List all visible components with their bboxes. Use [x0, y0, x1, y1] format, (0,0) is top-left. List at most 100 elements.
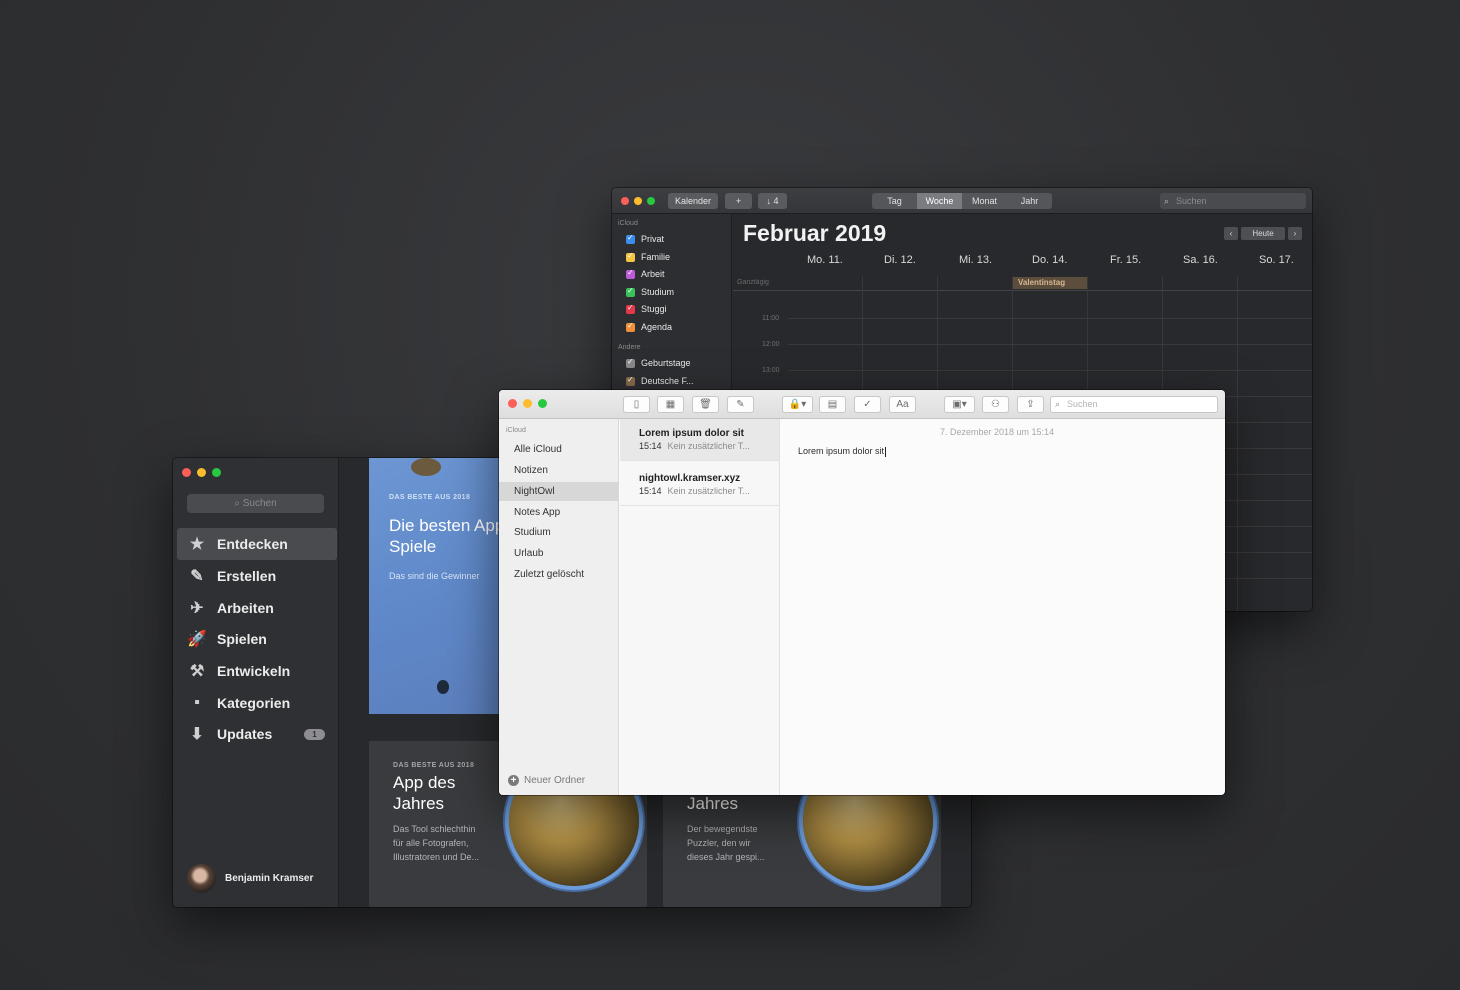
- sidebar-item-entwickeln[interactable]: ⚒ Entwickeln: [173, 655, 339, 687]
- calendar-nav: ‹ Heute ›: [1224, 227, 1302, 240]
- lock-icon[interactable]: 🔒▾: [782, 396, 813, 413]
- checkbox[interactable]: [626, 375, 635, 386]
- calendar-search-input[interactable]: ⌕ Suchen: [1160, 193, 1306, 209]
- close-button[interactable]: [182, 468, 191, 477]
- compose-icon[interactable]: ✎: [727, 396, 754, 413]
- avatar: [187, 864, 216, 893]
- folder-item[interactable]: Zuletzt gelöscht: [499, 565, 618, 584]
- brush-icon: ✎: [190, 568, 204, 585]
- minimize-button[interactable]: [634, 197, 642, 205]
- chevron-left-icon[interactable]: ‹: [1224, 227, 1238, 240]
- view-week[interactable]: Woche: [917, 193, 962, 209]
- sidebar-item-label: Entdecken: [217, 536, 288, 552]
- notes-search-input[interactable]: ⌕ Suchen: [1050, 396, 1218, 413]
- note-editor[interactable]: Lorem ipsum dolor sit: [798, 446, 887, 457]
- allday-event[interactable]: Valentinstag: [1013, 277, 1087, 289]
- minimize-button[interactable]: [523, 399, 532, 408]
- decorative-shape: [437, 680, 449, 694]
- time-label: 11:00: [762, 315, 779, 322]
- zoom-button[interactable]: [647, 197, 655, 205]
- calendar-item-agenda[interactable]: Agenda: [626, 321, 672, 332]
- calendar-item-familie[interactable]: Familie: [626, 251, 670, 262]
- folders-section-icloud: iCloud: [506, 427, 526, 434]
- checkbox[interactable]: [626, 303, 635, 314]
- new-folder-button[interactable]: + Neuer Ordner: [508, 775, 585, 786]
- user-profile[interactable]: Benjamin Kramser: [187, 864, 313, 893]
- sidebar-item-label: Arbeiten: [217, 600, 274, 616]
- search-placeholder: Suchen: [1067, 399, 1098, 409]
- sidebar-item-kategorien[interactable]: ▪ Kategorien: [173, 687, 339, 719]
- calendar-item-feiertage[interactable]: Deutsche F...: [626, 375, 694, 386]
- calendar-item-arbeit[interactable]: Arbeit: [626, 268, 665, 279]
- window-controls: [621, 197, 655, 205]
- sidebar-toggle-icon[interactable]: ▯: [623, 396, 650, 413]
- card-subtitle: Das sind die Gewinner: [389, 571, 480, 581]
- list-item[interactable]: nightowl.kramser.xyz 15:14 Kein zusätzlic…: [620, 464, 779, 506]
- rocket-icon: 🚀: [187, 631, 207, 648]
- folder-item[interactable]: Notizen: [499, 461, 618, 480]
- table-icon[interactable]: ▤: [819, 396, 846, 413]
- folder-item-selected[interactable]: NightOwl: [499, 482, 618, 501]
- add-event-button[interactable]: +: [725, 193, 752, 209]
- day-header: Mo. 11.: [807, 254, 843, 266]
- minimize-button[interactable]: [197, 468, 206, 477]
- checkbox[interactable]: [626, 286, 635, 297]
- sidebar-item-entdecken[interactable]: ★ Entdecken: [177, 528, 337, 560]
- calendar-item-stuggi[interactable]: Stuggi: [626, 303, 667, 314]
- close-button[interactable]: [621, 197, 629, 205]
- calendar-toolbar: Kalender + ↓ 4 Tag Woche Monat Jahr ⌕ Su…: [612, 188, 1312, 214]
- checkbox[interactable]: [626, 357, 635, 368]
- note-date: 7. Dezember 2018 um 15:14: [940, 427, 1055, 437]
- featured-card-best-apps[interactable]: DAS BESTE AUS 2018 Die besten Apps und S…: [369, 458, 509, 714]
- card-eyebrow: DAS BESTE AUS 2018: [389, 494, 471, 501]
- checkbox[interactable]: [626, 251, 635, 262]
- search-icon: ⌕: [234, 498, 243, 509]
- inbox-button[interactable]: ↓ 4: [758, 193, 787, 209]
- window-controls: [508, 399, 547, 408]
- trash-icon[interactable]: 🗑: [692, 396, 719, 413]
- zoom-button[interactable]: [538, 399, 547, 408]
- sidebar-item-updates[interactable]: ⬇ Updates 1: [173, 718, 339, 750]
- list-item[interactable]: Lorem ipsum dolor sit 15:14 Kein zusätzli…: [620, 419, 779, 461]
- notes-folders: iCloud Alle iCloud Notizen NightOwl Note…: [499, 419, 619, 795]
- calendars-button[interactable]: Kalender: [668, 193, 718, 209]
- card-title-line2: Jahres: [393, 794, 445, 813]
- view-year[interactable]: Jahr: [1007, 193, 1052, 209]
- format-text-icon[interactable]: Aa: [889, 396, 916, 413]
- add-people-icon[interactable]: ⚇: [982, 396, 1009, 413]
- gallery-view-icon[interactable]: ▦: [657, 396, 684, 413]
- folder-item[interactable]: Notes App: [499, 503, 618, 522]
- calendar-item-studium[interactable]: Studium: [626, 286, 674, 297]
- note-meta: 15:14 Kein zusätzlicher T...: [639, 441, 779, 451]
- appstore-search-input[interactable]: ⌕ Suchen: [187, 494, 324, 513]
- media-icon[interactable]: ▣▾: [944, 396, 975, 413]
- chevron-right-icon[interactable]: ›: [1288, 227, 1302, 240]
- day-header: Mi. 13.: [959, 254, 993, 266]
- day-header: So. 17.: [1259, 254, 1294, 266]
- calendar-item-label: Geburtstage: [641, 358, 691, 368]
- calendar-item-label: Privat: [641, 234, 665, 244]
- note-time: 15:14: [639, 486, 662, 496]
- share-icon[interactable]: ⇪: [1017, 396, 1044, 413]
- sidebar-item-spielen[interactable]: 🚀 Spielen: [173, 623, 339, 655]
- zoom-button[interactable]: [212, 468, 221, 477]
- sidebar-item-arbeiten[interactable]: ✈ Arbeiten: [173, 592, 339, 624]
- sidebar-item-erstellen[interactable]: ✎ Erstellen: [173, 560, 339, 592]
- checkbox[interactable]: [626, 321, 635, 332]
- checkbox[interactable]: [626, 268, 635, 279]
- checkbox[interactable]: [626, 233, 635, 244]
- calendar-month-title: Februar 2019: [743, 220, 887, 246]
- checklist-icon[interactable]: ✓: [854, 396, 881, 413]
- folder-item[interactable]: Alle iCloud: [499, 440, 618, 459]
- folder-item[interactable]: Urlaub: [499, 544, 618, 563]
- calendar-item-privat[interactable]: Privat: [626, 233, 665, 244]
- grid-line: [1237, 276, 1238, 611]
- close-button[interactable]: [508, 399, 517, 408]
- view-day[interactable]: Tag: [872, 193, 917, 209]
- calendar-item-geburtstage[interactable]: Geburtstage: [626, 357, 691, 368]
- card-desc-line3: dieses Jahr gespi...: [687, 852, 765, 862]
- card-desc-line2: für alle Fotografen,: [393, 838, 469, 848]
- folder-item[interactable]: Studium: [499, 523, 618, 542]
- view-month[interactable]: Monat: [962, 193, 1007, 209]
- today-button[interactable]: Heute: [1241, 227, 1285, 240]
